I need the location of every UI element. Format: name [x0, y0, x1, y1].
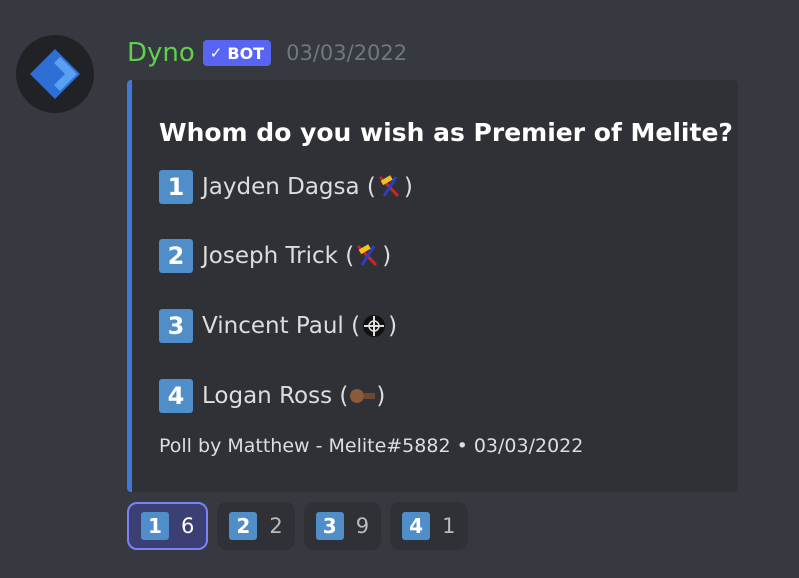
dyno-logo-icon — [30, 49, 80, 99]
option-name: Vincent Paul ( — [202, 313, 361, 339]
reaction-2[interactable]: 2 2 — [217, 502, 295, 550]
poll-title: Whom do you wish as Premier of Melite? — [159, 118, 733, 147]
poll-option: 1 Jayden Dagsa ( ) — [159, 169, 413, 205]
keycap-3-icon: 3 — [159, 309, 193, 343]
reaction-1[interactable]: 1 6 — [127, 502, 209, 550]
hammer-party-icon — [354, 243, 382, 269]
embed-footer: Poll by Matthew - Melite#5882 • 03/03/20… — [159, 435, 584, 457]
keycap-2-icon: 2 — [159, 239, 193, 273]
keycap-2-icon: 2 — [229, 512, 258, 540]
bot-tag: ✓ BOT — [202, 40, 272, 66]
reaction-count: 1 — [442, 514, 456, 538]
hammer-party-icon — [376, 174, 404, 200]
crosshair-party-icon — [360, 313, 388, 339]
option-name: Logan Ross ( — [202, 383, 349, 409]
keycap-1-icon: 1 — [141, 512, 169, 540]
reaction-count: 6 — [181, 514, 195, 538]
poll-option: 2 Joseph Trick ( ) — [159, 238, 391, 274]
poll-option: 3 Vincent Paul ( ) — [159, 308, 397, 344]
brown-party-icon — [348, 383, 376, 409]
keycap-1-icon: 1 — [159, 170, 193, 204]
avatar[interactable] — [16, 35, 94, 113]
option-close: ) — [382, 243, 392, 269]
bot-tag-label: BOT — [227, 43, 265, 63]
reaction-4[interactable]: 4 1 — [390, 502, 468, 550]
option-close: ) — [388, 313, 398, 339]
message-timestamp[interactable]: 03/03/2022 — [286, 41, 407, 65]
reaction-count: 2 — [269, 514, 283, 538]
reaction-3[interactable]: 3 9 — [303, 502, 382, 550]
option-close: ) — [403, 174, 413, 200]
author-name[interactable]: Dyno — [127, 38, 195, 68]
poll-embed: Whom do you wish as Premier of Melite? 1… — [127, 80, 738, 492]
option-name: Jayden Dagsa ( — [202, 174, 376, 200]
message-header: Dyno ✓ BOT 03/03/2022 — [127, 36, 407, 70]
keycap-3-icon: 3 — [315, 512, 344, 540]
reaction-bar: 1 6 2 2 3 9 4 1 — [127, 502, 468, 550]
reaction-count: 9 — [355, 514, 370, 538]
option-name: Joseph Trick ( — [202, 243, 355, 269]
checkmark-icon: ✓ — [209, 44, 223, 62]
option-close: ) — [376, 383, 386, 409]
keycap-4-icon: 4 — [159, 379, 193, 413]
poll-option: 4 Logan Ross ( ) — [159, 378, 385, 414]
keycap-4-icon: 4 — [402, 512, 431, 540]
